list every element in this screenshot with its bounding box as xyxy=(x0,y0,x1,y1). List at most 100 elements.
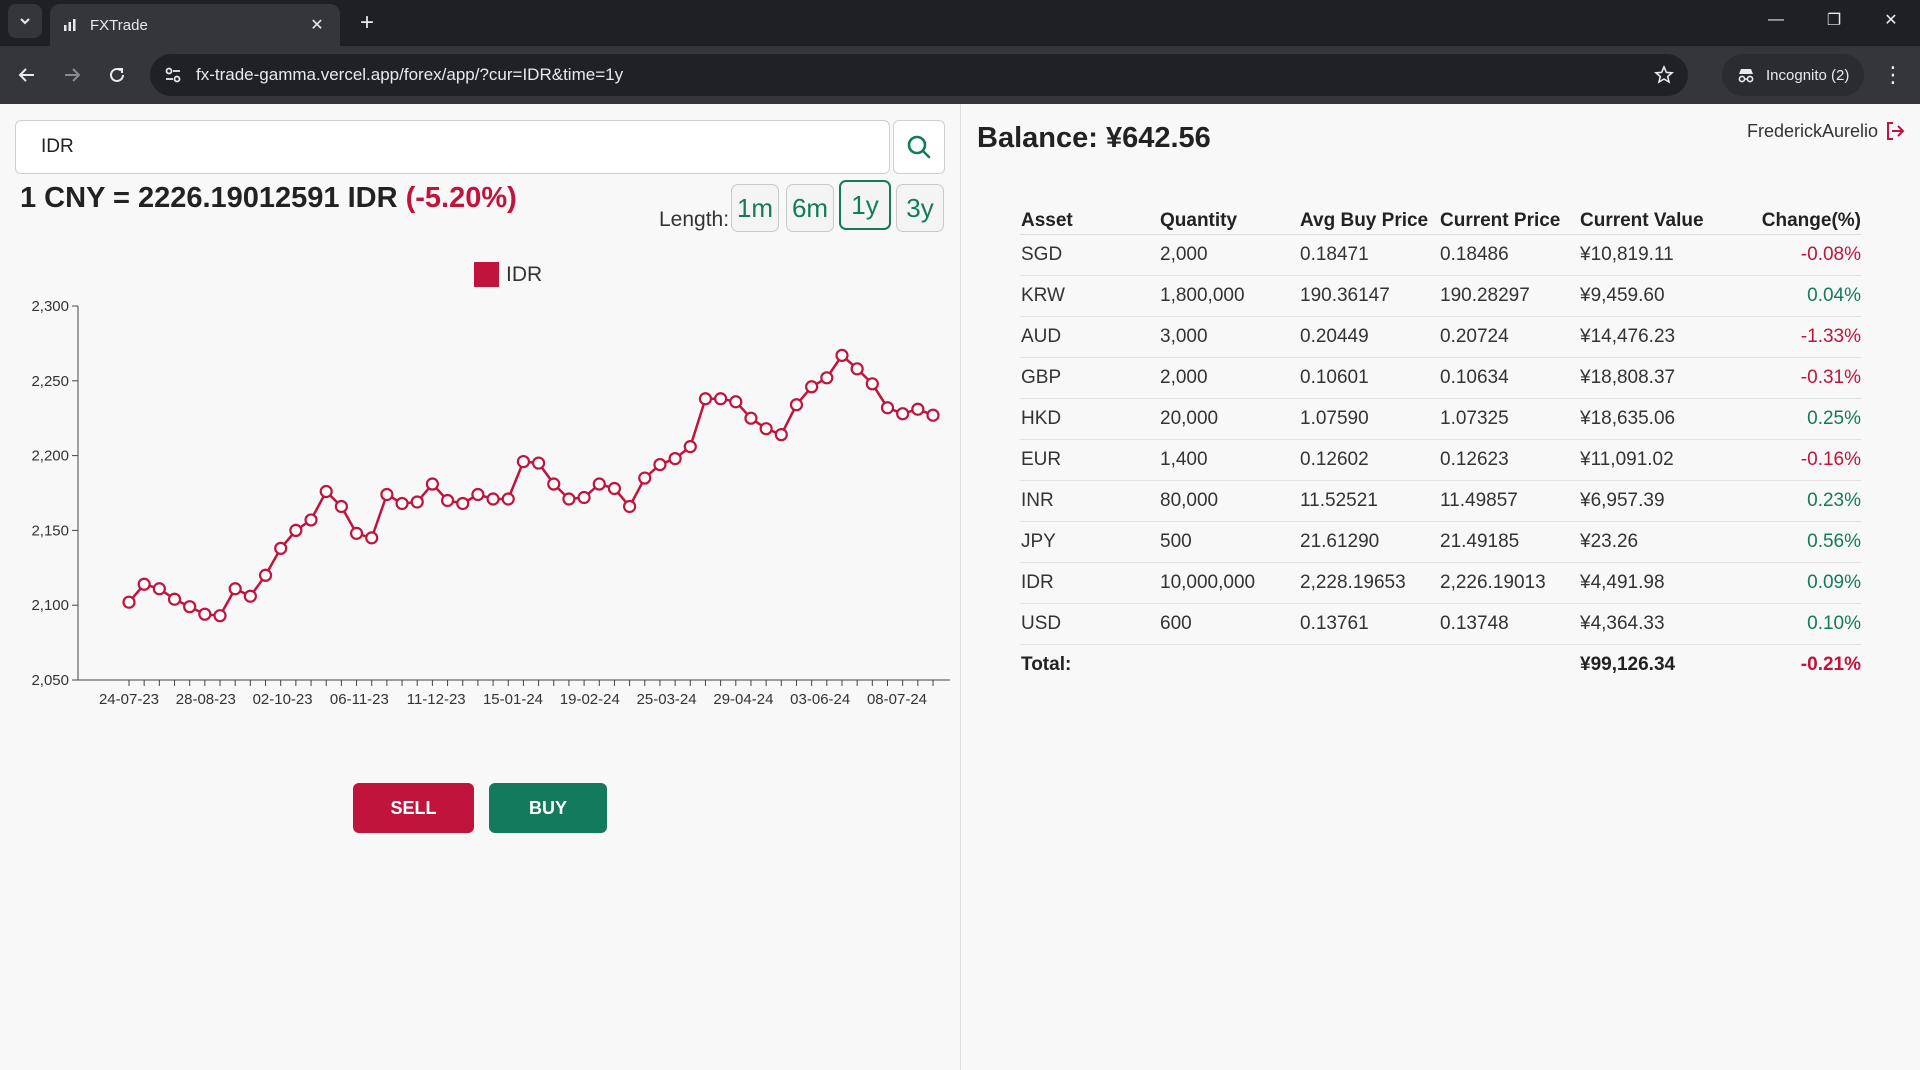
data-point xyxy=(638,471,652,485)
incognito-label: Incognito (2) xyxy=(1766,66,1850,84)
x-tick-label: 11-12-23 xyxy=(407,691,466,708)
data-point xyxy=(380,487,394,502)
total-row: Total: ¥99,126.34 -0.21% xyxy=(1020,644,1861,685)
balance-heading: Balance: ¥642.56 xyxy=(977,122,1211,154)
chart-favicon-icon xyxy=(64,19,76,31)
avg-buy-price-cell: 0.20449 xyxy=(1299,316,1439,358)
data-point xyxy=(714,392,728,406)
search-value: IDR xyxy=(41,136,74,157)
data-point xyxy=(213,609,227,623)
data-point xyxy=(547,477,561,491)
change-cell: 0.04% xyxy=(1719,275,1861,317)
avg-buy-price-cell: 11.52521 xyxy=(1299,480,1439,522)
search-button[interactable] xyxy=(893,120,945,174)
data-point xyxy=(274,541,288,555)
data-point xyxy=(623,499,637,514)
quantity-cell: 3,000 xyxy=(1159,316,1299,358)
total-value: ¥99,126.34 xyxy=(1580,653,1676,675)
close-window-button[interactable]: ✕ xyxy=(1862,0,1920,40)
address-bar[interactable]: fx-trade-gamma.vercel.app/forex/app/?cur… xyxy=(150,54,1688,96)
current-value-cell: ¥18,808.37 xyxy=(1579,357,1719,399)
asset-cell: INR xyxy=(1020,480,1159,522)
data-point xyxy=(183,600,197,614)
data-point xyxy=(789,398,804,412)
current-price-cell: 0.18486 xyxy=(1439,234,1579,276)
length-1m-button[interactable]: 1m xyxy=(731,184,779,232)
portfolio-table: Asset Quantity Avg Buy Price Current Pri… xyxy=(1020,200,1861,685)
y-tick-label: 2,150 xyxy=(31,522,69,539)
user-logout[interactable]: FrederickAurelio xyxy=(1747,120,1906,142)
table-row[interactable]: SGD 2,000 0.18471 0.18486 ¥10,819.11 -0.08% xyxy=(1020,234,1861,276)
x-tick-label: 03-06-24 xyxy=(790,691,850,708)
data-point xyxy=(167,592,182,606)
y-tick-label: 2,300 xyxy=(31,298,69,315)
x-tick-label: 15-01-24 xyxy=(483,691,543,708)
close-tab-icon[interactable]: ✕ xyxy=(306,15,328,35)
data-point xyxy=(896,407,910,421)
trade-panel: IDR 1 CNY = 2226.19012591 IDR (-5.20%) L… xyxy=(0,104,960,1070)
data-point xyxy=(425,477,439,491)
site-settings-icon[interactable] xyxy=(164,66,182,84)
data-point xyxy=(820,371,834,385)
data-point xyxy=(744,411,758,425)
data-point xyxy=(592,477,606,491)
browser-menu-button[interactable]: ⋮ xyxy=(1876,58,1910,92)
col-current-price: Current Price xyxy=(1439,200,1579,235)
browser-tab[interactable]: FXTrade ✕ xyxy=(50,4,340,46)
tab-search-button[interactable] xyxy=(8,4,42,38)
reload-button[interactable] xyxy=(100,58,134,92)
current-value-cell: ¥10,819.11 xyxy=(1579,234,1719,276)
asset-cell: HKD xyxy=(1020,398,1159,440)
current-price-cell: 0.12623 xyxy=(1439,439,1579,481)
data-point xyxy=(531,456,546,470)
length-3y-button[interactable]: 3y xyxy=(896,184,944,232)
incognito-badge[interactable]: Incognito (2) xyxy=(1722,54,1864,96)
avg-buy-price-cell: 1.07590 xyxy=(1299,398,1439,440)
legend-label: IDR xyxy=(506,263,542,286)
table-row[interactable]: KRW 1,800,000 190.36147 190.28297 ¥9,459.60 0… xyxy=(1020,275,1861,317)
table-row[interactable]: AUD 3,000 0.20449 0.20724 ¥14,476.23 -1.33% xyxy=(1020,316,1861,358)
table-row[interactable]: HKD 20,000 1.07590 1.07325 ¥18,635.06 0.25% xyxy=(1020,398,1861,440)
empty-cell xyxy=(1299,644,1439,685)
new-tab-button[interactable]: + xyxy=(352,8,382,38)
length-6m-button[interactable]: 6m xyxy=(786,184,834,232)
app-root: IDR 1 CNY = 2226.19012591 IDR (-5.20%) L… xyxy=(0,104,1920,1070)
avg-buy-price-cell: 0.12602 xyxy=(1299,439,1439,481)
change-cell: 0.10% xyxy=(1719,603,1861,645)
current-value-cell: ¥23.26 xyxy=(1579,521,1719,563)
minimize-button[interactable]: — xyxy=(1747,0,1805,40)
current-price-cell: 11.49857 xyxy=(1439,480,1579,522)
logout-icon xyxy=(1887,122,1905,140)
data-point xyxy=(395,496,409,511)
current-value-cell: ¥6,957.39 xyxy=(1579,480,1719,522)
current-price-cell: 1.07325 xyxy=(1439,398,1579,440)
length-1y-button[interactable]: 1y xyxy=(839,180,891,230)
currency-search-input[interactable]: IDR xyxy=(15,120,890,174)
current-value-cell: ¥11,091.02 xyxy=(1579,439,1719,481)
current-price-cell: 2,226.19013 xyxy=(1439,562,1579,604)
arrow-left-icon xyxy=(18,68,34,82)
sell-button[interactable]: SELL xyxy=(353,783,474,833)
data-point xyxy=(440,493,455,508)
table-row[interactable]: IDR 10,000,000 2,228.19653 2,226.19013 ¥4,49… xyxy=(1020,562,1861,604)
buy-button[interactable]: BUY xyxy=(489,783,607,833)
data-point xyxy=(365,531,379,545)
current-price-cell: 0.10634 xyxy=(1439,357,1579,399)
table-row[interactable]: GBP 2,000 0.10601 0.10634 ¥18,808.37 -0.31% xyxy=(1020,357,1861,399)
table-row[interactable]: INR 80,000 11.52521 11.49857 ¥6,957.39 0.23% xyxy=(1020,480,1861,522)
table-row[interactable]: JPY 500 21.61290 21.49185 ¥23.26 0.56% xyxy=(1020,521,1861,563)
table-row[interactable]: USD 600 0.13761 0.13748 ¥4,364.33 0.10% xyxy=(1020,603,1861,645)
star-icon[interactable] xyxy=(1654,65,1674,85)
data-point xyxy=(304,513,318,527)
table-row[interactable]: EUR 1,400 0.12602 0.12623 ¥11,091.02 -0.16% xyxy=(1020,439,1861,481)
data-point xyxy=(501,492,515,506)
data-point xyxy=(471,487,485,502)
restore-button[interactable]: ❐ xyxy=(1805,0,1863,40)
avg-buy-price-cell: 0.18471 xyxy=(1299,234,1439,276)
data-point xyxy=(668,451,682,466)
quantity-cell: 80,000 xyxy=(1159,480,1299,522)
back-button[interactable] xyxy=(10,58,44,92)
forward-button[interactable] xyxy=(55,58,89,92)
current-value-cell: ¥4,491.98 xyxy=(1579,562,1719,604)
x-tick-label: 24-07-23 xyxy=(99,691,159,708)
